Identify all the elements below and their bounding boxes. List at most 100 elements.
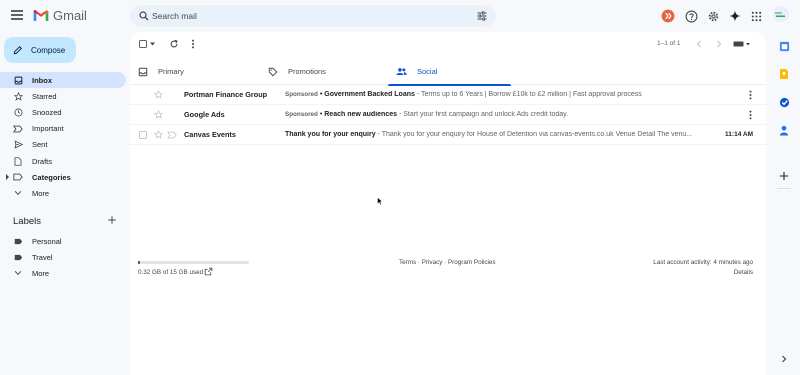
sidebar-item-label: Important xyxy=(32,124,64,134)
sidebar-item-label: More xyxy=(32,188,50,198)
avatar: can xyxy=(773,6,789,22)
labels-heading: Labels xyxy=(13,216,41,227)
star-icon[interactable] xyxy=(154,110,163,119)
star-icon xyxy=(13,91,23,101)
rail-divider xyxy=(777,188,791,189)
sidebar-item-snoozed[interactable]: Snoozed xyxy=(0,104,126,120)
email-row[interactable]: Canvas Events Thank you for your enquiry… xyxy=(130,125,766,145)
label-item-label: Personal xyxy=(32,236,62,246)
tab-social[interactable]: Social xyxy=(388,58,511,86)
help-icon[interactable] xyxy=(681,6,701,26)
last-activity-text: Last account activity: 4 minutes ago xyxy=(653,259,753,266)
sidebar-item-drafts[interactable]: Drafts xyxy=(0,153,126,169)
email-row[interactable]: Google Ads Sponsored • Reach new audienc… xyxy=(130,105,766,125)
tasks-icon[interactable] xyxy=(778,96,790,108)
clock-icon xyxy=(13,107,23,117)
email-content: Sponsored • Reach new audiences - Start … xyxy=(285,111,569,118)
star-icon[interactable] xyxy=(154,90,163,99)
sidebar-item-label: Starred xyxy=(32,91,57,101)
email-time: 11:14 AM xyxy=(725,131,753,138)
sidebar-item-inbox[interactable]: Inbox xyxy=(0,72,126,89)
tab-label: Primary xyxy=(158,67,184,76)
storage-usage-text: 0.32 GB of 15 GB used xyxy=(138,269,204,276)
email-sender: Google Ads xyxy=(184,110,225,119)
star-icon[interactable] xyxy=(154,130,163,139)
sidebar-item-starred[interactable]: Starred xyxy=(0,88,126,104)
tab-label: Social xyxy=(417,67,438,76)
sidebar-item-sent[interactable]: Sent xyxy=(0,137,126,153)
email-snippet: - Thank you for your enquiry for House o… xyxy=(375,131,693,138)
compose-label: Compose xyxy=(31,45,66,55)
search-input[interactable] xyxy=(152,9,452,23)
footer-policy-links[interactable]: Terms · Privacy · Program Policies xyxy=(399,259,496,266)
refresh-icon[interactable] xyxy=(169,39,179,49)
select-all-checkbox[interactable] xyxy=(139,40,147,48)
email-content: Sponsored • Government Backed Loans - Te… xyxy=(285,91,642,98)
more-options-icon[interactable] xyxy=(191,39,195,49)
mail-toolbar: 1–1 of 1 xyxy=(130,32,766,56)
settings-gear-icon[interactable] xyxy=(703,6,723,26)
inbox-icon xyxy=(138,67,148,76)
compose-button[interactable]: Compose xyxy=(4,37,76,63)
keep-icon[interactable] xyxy=(778,68,790,80)
sidebar-item-important[interactable]: Important xyxy=(0,121,126,137)
tag-icon xyxy=(268,67,278,76)
main-menu-icon[interactable] xyxy=(11,10,23,20)
gmail-logo[interactable]: Gmail xyxy=(33,8,87,23)
pagination-count: 1–1 of 1 xyxy=(657,40,681,47)
top-bar: Gmail can xyxy=(0,0,800,32)
apps-grid-icon[interactable] xyxy=(746,6,766,26)
older-chevron-right-icon[interactable] xyxy=(716,40,722,48)
sidebar-item-label: Drafts xyxy=(32,156,53,166)
label-item-travel[interactable]: Travel xyxy=(0,249,126,265)
sidebar-item-categories[interactable]: Categories xyxy=(0,169,126,185)
tab-primary[interactable]: Primary xyxy=(130,58,258,85)
details-link[interactable]: Details xyxy=(734,269,753,276)
newer-chevron-left-icon[interactable] xyxy=(696,40,702,48)
label-item-label: More xyxy=(32,268,50,278)
expand-caret-icon[interactable] xyxy=(6,174,9,181)
tab-promotions[interactable]: Promotions xyxy=(260,58,388,85)
row-more-options-icon[interactable] xyxy=(749,90,752,100)
email-list: Portman Finance Group Sponsored • Govern… xyxy=(130,85,766,145)
gemini-sparkle-icon[interactable] xyxy=(725,6,745,26)
storage-meter-fill xyxy=(138,261,141,264)
svg-text:can: can xyxy=(775,10,782,15)
search-bar[interactable] xyxy=(130,5,496,27)
email-row[interactable]: Portman Finance Group Sponsored • Govern… xyxy=(130,85,766,105)
search-icon[interactable] xyxy=(138,10,150,22)
label-icon xyxy=(13,236,23,246)
chevron-down-icon xyxy=(13,188,23,198)
row-more-options-icon[interactable] xyxy=(749,110,752,120)
row-select-checkbox[interactable] xyxy=(139,131,147,139)
add-label-plus-icon[interactable] xyxy=(107,215,117,225)
sidebar-item-more[interactable]: More xyxy=(0,185,126,201)
contacts-icon[interactable] xyxy=(778,124,790,136)
input-tools-keyboard-icon[interactable] xyxy=(733,40,751,48)
get-addons-plus-icon[interactable] xyxy=(778,170,790,182)
email-subject: Reach new audiences xyxy=(324,111,398,118)
sidebar-item-label: Sent xyxy=(32,140,48,150)
side-panel-rail xyxy=(766,32,800,375)
extension-icon[interactable] xyxy=(658,6,678,26)
email-snippet: - Start your first campaign and unlock A… xyxy=(397,111,569,118)
search-options-icon[interactable] xyxy=(476,10,488,22)
label-item-personal[interactable]: Personal xyxy=(0,233,126,249)
select-dropdown-caret-icon[interactable] xyxy=(150,42,155,46)
sidebar-item-label: Inbox xyxy=(32,75,52,85)
sidebar-item-label: Categories xyxy=(32,172,71,182)
sponsored-badge: Sponsored xyxy=(285,91,318,98)
email-content: Thank you for your enquiry - Thank you f… xyxy=(285,131,725,138)
label-item-label: Travel xyxy=(32,252,53,262)
draft-icon xyxy=(13,156,23,166)
open-external-icon[interactable] xyxy=(204,267,213,276)
tab-label: Promotions xyxy=(288,67,326,76)
show-side-panel-chevron-icon[interactable] xyxy=(778,353,790,365)
gmail-m-icon xyxy=(33,10,49,21)
important-marker-icon[interactable] xyxy=(167,131,177,139)
calendar-icon[interactable] xyxy=(778,40,790,52)
label-item-more[interactable]: More xyxy=(0,265,126,281)
email-sender: Portman Finance Group xyxy=(184,90,268,99)
sponsored-badge: Sponsored xyxy=(285,111,318,118)
account-avatar[interactable]: can xyxy=(771,4,791,24)
